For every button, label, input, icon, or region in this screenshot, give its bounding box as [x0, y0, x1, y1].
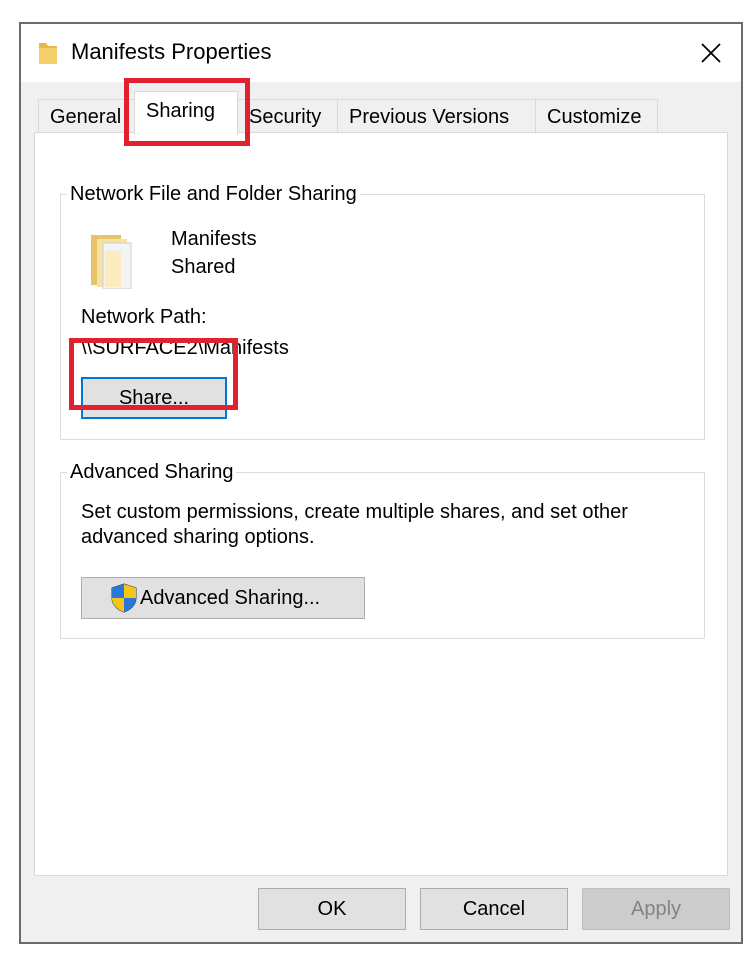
advanced-description-line1: Set custom permissions, create multiple … [81, 501, 628, 523]
button-label: Apply [630, 897, 682, 920]
network-sharing-group: Network File and Folder Sharing Manifest… [60, 181, 705, 440]
network-path-value: \\SURFACE2\Manifests [81, 337, 289, 359]
tab-security[interactable]: Security [236, 99, 338, 133]
tab-previous-versions[interactable]: Previous Versions [337, 99, 537, 133]
tab-label: Previous Versions [349, 106, 510, 128]
folder-icon [37, 40, 59, 66]
tab-general[interactable]: General [38, 99, 138, 133]
button-label: Advanced Sharing... [140, 586, 321, 609]
advanced-description-line2: advanced sharing options. [81, 526, 315, 548]
close-icon [701, 43, 721, 63]
tab-label: General [50, 106, 122, 128]
share-status: Shared [171, 256, 236, 278]
folder-name: Manifests [171, 228, 257, 250]
tab-sharing[interactable]: Sharing [134, 91, 238, 135]
group-title: Network File and Folder Sharing [67, 181, 360, 207]
button-label: Share... [118, 386, 190, 409]
window-title: Manifests Properties [71, 39, 272, 64]
group-title: Advanced Sharing [67, 459, 237, 485]
properties-dialog: Manifests Properties General Sharing Sec… [19, 22, 743, 944]
cancel-button[interactable]: Cancel [420, 888, 568, 930]
ok-button[interactable]: OK [258, 888, 406, 930]
network-path-label: Network Path: [81, 306, 207, 328]
button-label: OK [317, 897, 347, 920]
tab-customize[interactable]: Customize [535, 99, 658, 133]
title-bar: Manifests Properties [21, 24, 741, 82]
close-button[interactable] [681, 24, 741, 82]
shared-folder-icon [87, 229, 135, 294]
advanced-sharing-group: Advanced Sharing Set custom permissions,… [60, 459, 705, 639]
tab-label: Sharing [146, 100, 215, 122]
sharing-panel: Network File and Folder Sharing Manifest… [34, 132, 728, 876]
share-button[interactable]: Share... [81, 377, 227, 419]
apply-button[interactable]: Apply [582, 888, 730, 930]
advanced-sharing-button[interactable]: Advanced Sharing... [81, 577, 365, 619]
uac-shield-icon [110, 583, 138, 613]
button-label: Cancel [462, 897, 526, 920]
tab-label: Customize [547, 106, 642, 128]
tab-label: Security [249, 106, 322, 128]
